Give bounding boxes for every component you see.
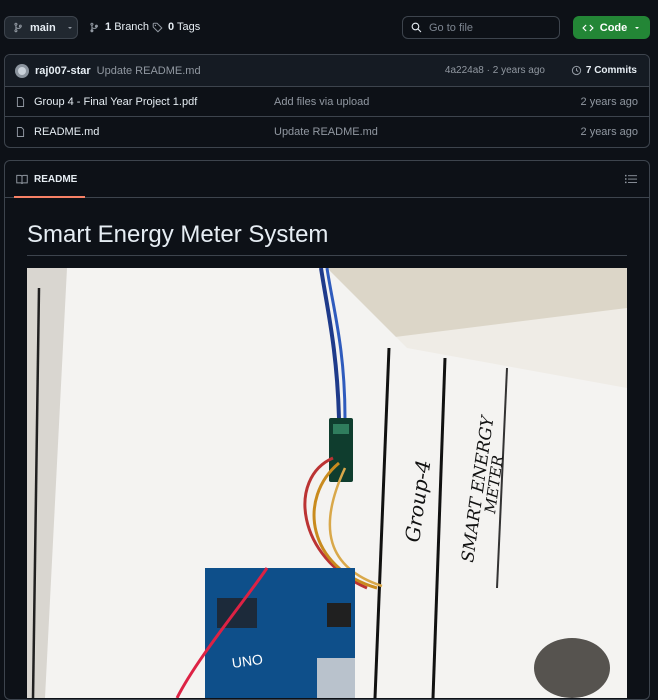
tag-word: Tags bbox=[176, 21, 201, 33]
tags-link[interactable]: 0 Tags bbox=[152, 21, 200, 33]
search-icon bbox=[411, 22, 422, 33]
repo-toolbar: main 1 Branch 0 Tags Code bbox=[0, 0, 658, 54]
commit-author[interactable]: raj007-star bbox=[35, 65, 91, 77]
file-list: raj007-star Update README.md 4a224a8 · 2… bbox=[4, 54, 650, 148]
search-input[interactable] bbox=[429, 21, 549, 34]
file-icon bbox=[16, 127, 25, 137]
file-name[interactable]: README.md bbox=[34, 126, 99, 138]
code-label: Code bbox=[599, 21, 628, 34]
tag-icon bbox=[152, 22, 163, 33]
project-photo: UNO Group-4 SMART ENERGY METER bbox=[27, 268, 627, 698]
outline-button[interactable] bbox=[621, 169, 641, 189]
avatar[interactable] bbox=[15, 63, 29, 78]
list-unordered-icon bbox=[625, 174, 637, 184]
commit-message[interactable]: Update README.md bbox=[97, 65, 201, 77]
readme-header: README bbox=[5, 161, 649, 198]
code-icon bbox=[582, 24, 594, 31]
book-icon bbox=[16, 174, 28, 184]
file-commit-time: 2 years ago bbox=[580, 95, 638, 108]
tag-count: 0 bbox=[168, 21, 175, 33]
commit-meta[interactable]: 4a224a8 · 2 years ago bbox=[445, 65, 545, 76]
file-row[interactable]: Group 4 - Final Year Project 1.pdf Add f… bbox=[5, 87, 649, 117]
project-photo-image: UNO Group-4 SMART ENERGY METER bbox=[27, 268, 627, 698]
file-row[interactable]: README.md Update README.md 2 years ago bbox=[5, 117, 649, 147]
commits-link[interactable]: 7 Commits bbox=[571, 65, 637, 76]
go-to-file-search[interactable] bbox=[402, 16, 560, 39]
branches-link[interactable]: 1 Branch bbox=[89, 21, 149, 33]
chevron-down-icon bbox=[67, 26, 72, 29]
branch-word: Branch bbox=[114, 21, 150, 33]
git-branch-icon bbox=[90, 22, 98, 32]
readme-content: Smart Energy Meter System bbox=[27, 221, 627, 256]
file-commit-time: 2 years ago bbox=[580, 126, 638, 138]
file-icon bbox=[16, 96, 25, 107]
tab-readme[interactable]: README bbox=[13, 161, 86, 198]
file-commit-message[interactable]: Add files via upload bbox=[274, 96, 369, 108]
file-name[interactable]: Group 4 - Final Year Project 1.pdf bbox=[34, 96, 197, 108]
git-branch-icon bbox=[14, 22, 22, 33]
branch-count: 1 bbox=[105, 21, 112, 33]
code-button[interactable]: Code bbox=[573, 16, 650, 39]
readme-title: Smart Energy Meter System bbox=[27, 221, 627, 256]
file-commit-message[interactable]: Update README.md bbox=[274, 126, 378, 138]
commits-label: 7 Commits bbox=[585, 65, 637, 76]
branch-name: main bbox=[30, 21, 56, 34]
latest-commit-row: raj007-star Update README.md 4a224a8 · 2… bbox=[5, 55, 649, 87]
branch-selector-button[interactable]: main bbox=[4, 16, 78, 39]
history-icon bbox=[571, 65, 582, 76]
readme-tab-label: README bbox=[34, 173, 78, 185]
readme-panel: README Smart Energy Meter System UNO Gro… bbox=[4, 160, 650, 700]
chevron-down-icon bbox=[635, 26, 640, 29]
